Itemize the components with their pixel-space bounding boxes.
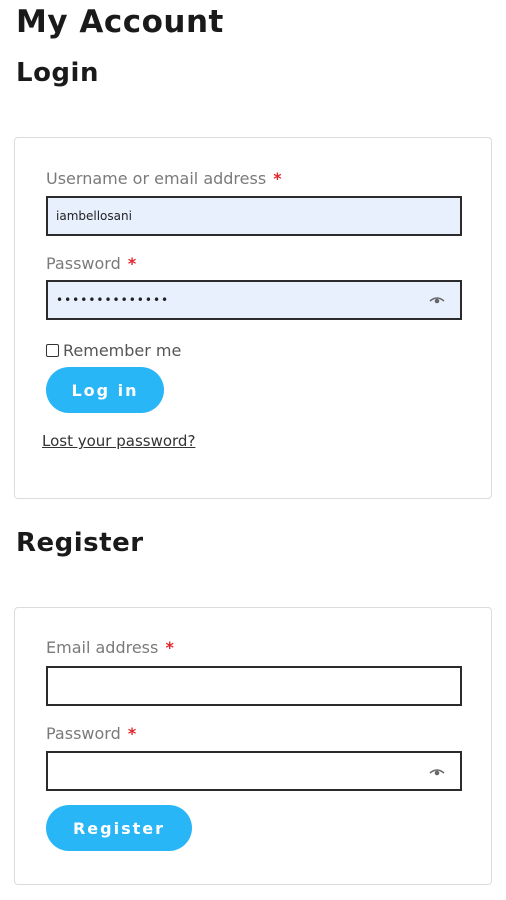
required-mark: * (273, 169, 282, 188)
register-password-label: Password * (46, 724, 136, 743)
eye-icon[interactable] (429, 768, 445, 776)
register-password-label-text: Password (46, 724, 121, 743)
login-heading: Login (16, 58, 99, 88)
remember-me-row[interactable]: Remember me (46, 341, 181, 360)
email-input[interactable] (46, 666, 462, 706)
login-button[interactable]: Log in (46, 367, 164, 413)
password-label: Password * (46, 254, 136, 273)
email-label-text: Email address (46, 638, 159, 657)
password-label-text: Password (46, 254, 121, 273)
email-label: Email address * (46, 638, 174, 657)
register-button[interactable]: Register (46, 805, 192, 851)
required-mark: * (165, 638, 174, 657)
login-form: Username or email address * Password * R… (14, 137, 492, 499)
remember-me-checkbox[interactable] (46, 344, 59, 357)
username-input[interactable] (46, 196, 462, 236)
username-label: Username or email address * (46, 169, 282, 188)
register-heading: Register (16, 528, 144, 558)
required-mark: * (127, 724, 137, 743)
eye-icon[interactable] (429, 296, 445, 304)
username-label-text: Username or email address (46, 169, 267, 188)
remember-me-label: Remember me (63, 341, 182, 360)
page-title: My Account (16, 4, 224, 40)
lost-password-link[interactable]: Lost your password? (42, 432, 195, 450)
required-mark: * (127, 254, 137, 273)
register-password-input[interactable] (46, 751, 462, 791)
password-input[interactable] (46, 280, 462, 320)
register-form: Email address * Password * Register (14, 607, 492, 885)
